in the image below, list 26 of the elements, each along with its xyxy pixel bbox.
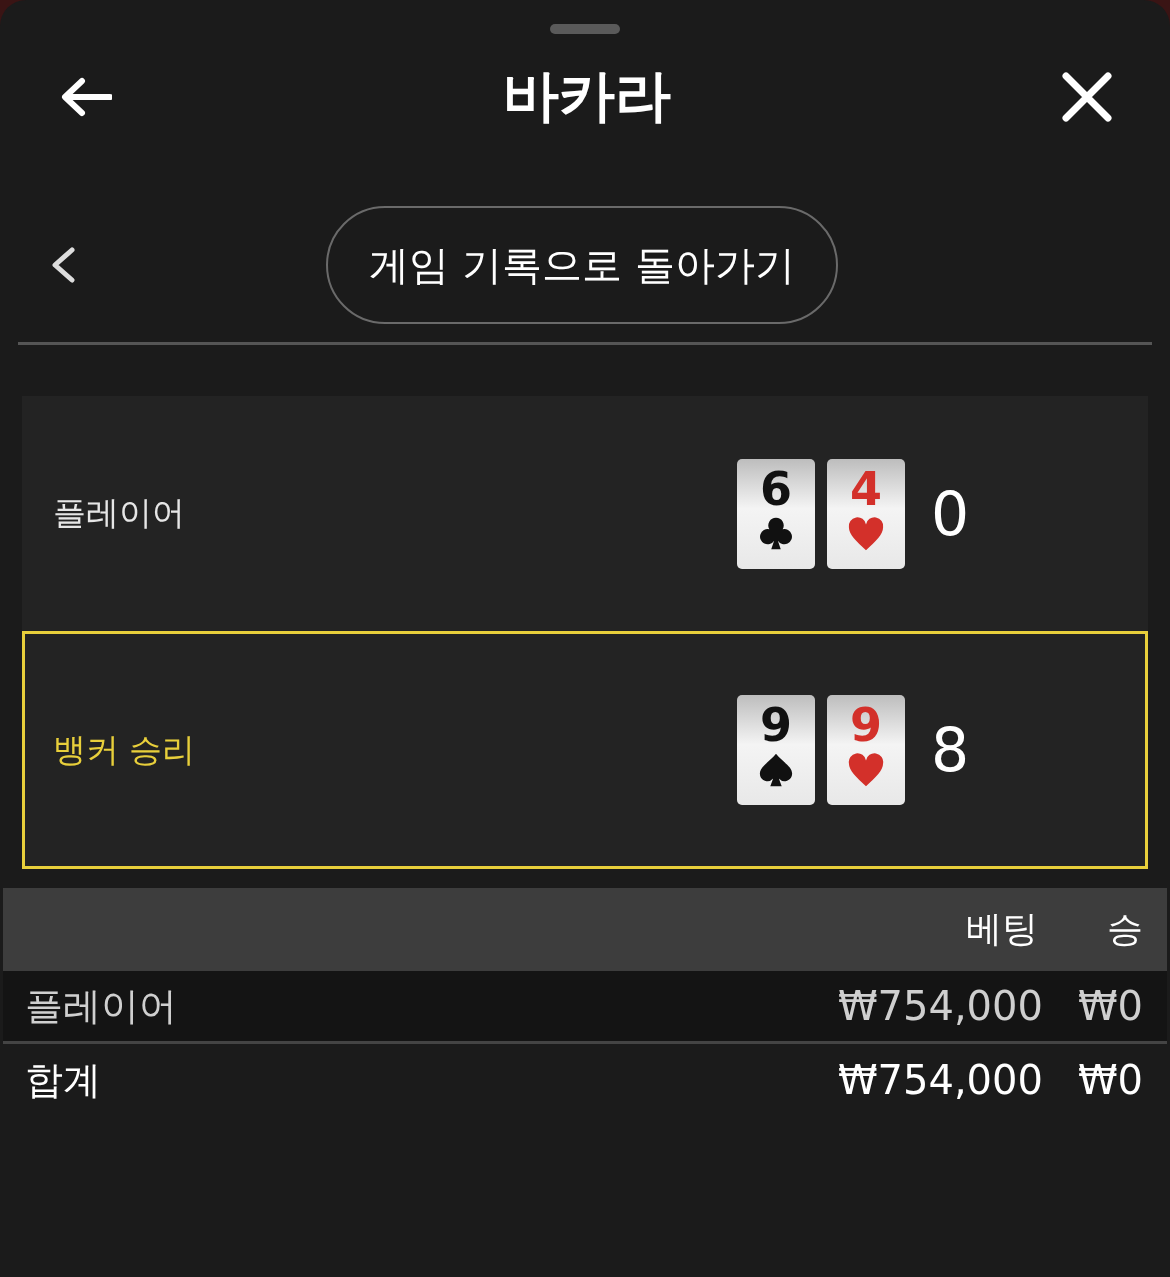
hand-score: 8 [931, 715, 970, 785]
chevron-left-icon [50, 247, 76, 283]
back-button[interactable] [60, 77, 112, 117]
hand-label: 뱅커 승리 [53, 728, 197, 771]
heart-icon [847, 514, 885, 553]
close-icon [1062, 72, 1112, 122]
playing-card: 4 [827, 458, 905, 569]
previous-button[interactable] [50, 247, 76, 283]
table-cell-text: 플레이어 [25, 982, 178, 1030]
column-header: 베팅 [965, 907, 1038, 951]
hand-score: 0 [931, 478, 970, 549]
window-title: 바카라 [503, 62, 671, 130]
back-arrow-icon [60, 77, 112, 117]
column-header: 승 [1106, 907, 1143, 951]
playing-card: 6 [737, 458, 815, 569]
table-cell-text: ₩0 [1077, 983, 1143, 1029]
playing-card: 9 [827, 695, 905, 805]
table-cell-text: ₩0 [1077, 1057, 1143, 1103]
hand-label: 플레이어 [53, 492, 186, 534]
table-cell-text: 합계 [25, 1056, 102, 1104]
playing-card: 9 [737, 695, 815, 805]
close-button[interactable] [1062, 72, 1112, 122]
drag-handle[interactable] [550, 24, 620, 34]
back-to-history-button[interactable]: 게임 기록으로 돌아가기 [326, 206, 838, 324]
heart-icon [847, 751, 885, 789]
spade-icon [757, 751, 795, 789]
